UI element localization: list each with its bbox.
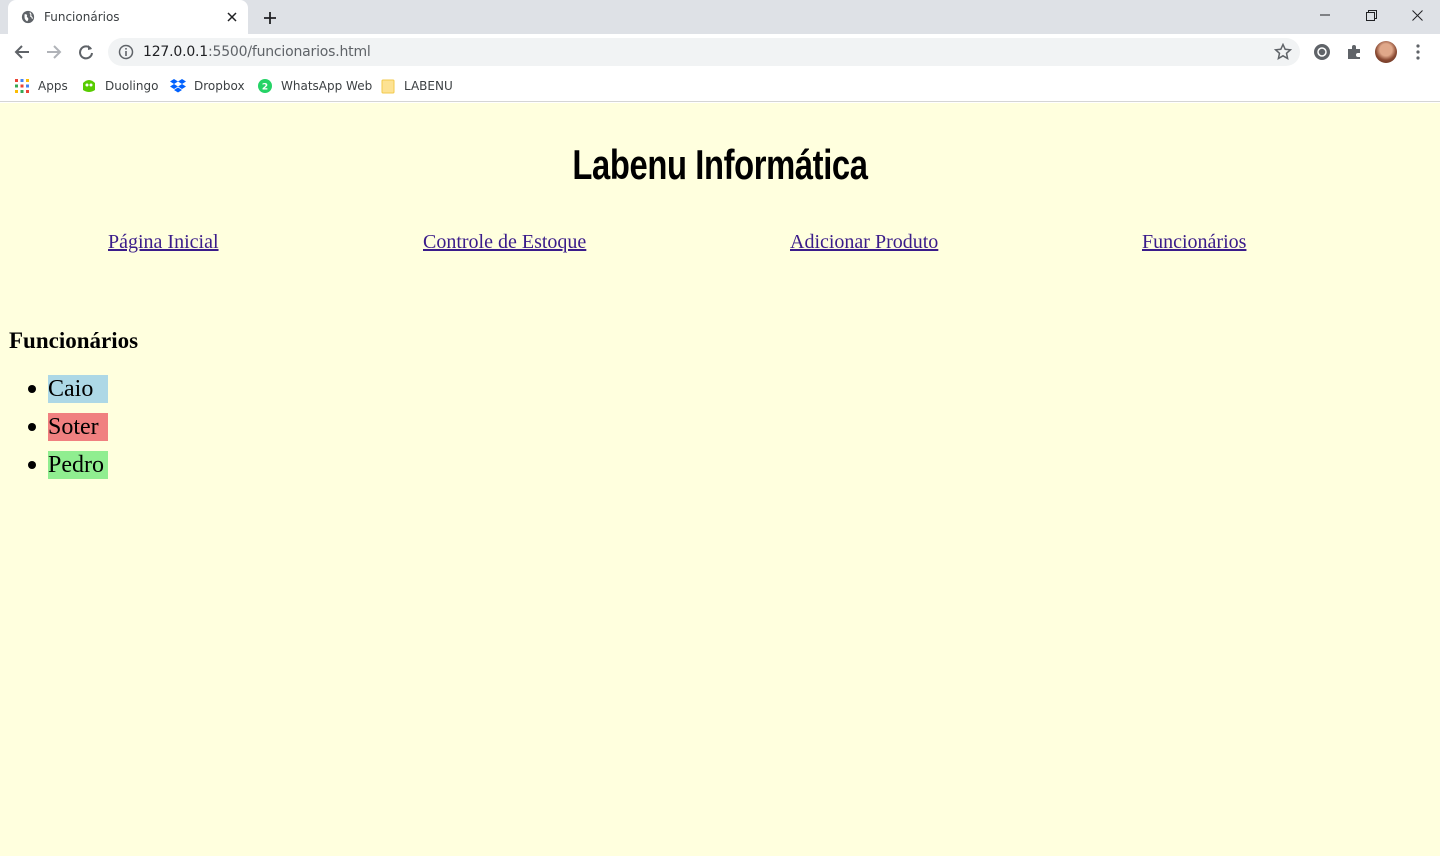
duolingo-icon xyxy=(83,80,95,92)
folder-icon xyxy=(381,79,395,94)
extensions-puzzle-icon[interactable] xyxy=(1342,40,1366,64)
bullet xyxy=(28,385,36,393)
bookmark-star-icon[interactable] xyxy=(1274,43,1292,61)
browser-tab[interactable]: Funcionários xyxy=(8,0,248,34)
new-tab-plus-icon[interactable] xyxy=(258,6,282,30)
bookmarks-bar: Apps Duolingo Dropbox 2 WhatsApp Web LAB… xyxy=(0,70,1440,102)
site-title: Labenu Informática xyxy=(572,141,868,188)
forward-arrow-icon[interactable] xyxy=(40,38,68,66)
globe-icon xyxy=(21,10,35,24)
url-text: 127.0.0.1:5500/funcionarios.html xyxy=(143,44,371,60)
bookmark-label: Duolingo xyxy=(105,79,159,93)
bookmark-apps[interactable]: Apps xyxy=(14,76,68,96)
whatsapp-icon: 2 xyxy=(258,79,272,93)
employee-name: Soter xyxy=(48,413,108,441)
restore-icon[interactable] xyxy=(1348,0,1394,30)
nav-link-stock-control[interactable]: Controle de Estoque xyxy=(423,231,586,254)
nav-link-employees[interactable]: Funcionários xyxy=(1142,231,1246,254)
bookmark-whatsapp[interactable]: 2 WhatsApp Web xyxy=(257,76,372,96)
close-window-icon[interactable] xyxy=(1394,0,1440,30)
tab-strip: Funcionários xyxy=(0,0,1440,34)
extension-circle-icon[interactable] xyxy=(1310,40,1334,64)
nav-link-add-product[interactable]: Adicionar Produto xyxy=(790,231,938,254)
address-bar[interactable]: 127.0.0.1:5500/funcionarios.html xyxy=(108,38,1300,66)
bookmark-label: WhatsApp Web xyxy=(281,79,373,93)
bookmark-labenu-folder[interactable]: LABENU xyxy=(380,76,453,96)
url-path: :5500/funcionarios.html xyxy=(208,44,371,60)
nav-link-home[interactable]: Página Inicial xyxy=(108,231,219,254)
back-arrow-icon[interactable] xyxy=(8,38,36,66)
reload-icon[interactable] xyxy=(72,38,100,66)
bookmark-label: Dropbox xyxy=(194,79,245,93)
apps-grid-icon xyxy=(15,79,29,93)
employee-name: Pedro xyxy=(48,451,108,479)
bookmark-label: LABENU xyxy=(404,79,453,93)
browser-chrome: Funcionários 127.0.0.1:5500/funcionarios… xyxy=(0,0,1440,103)
minimize-icon[interactable] xyxy=(1302,0,1348,30)
menu-kebab-icon[interactable] xyxy=(1406,40,1430,64)
profile-avatar[interactable] xyxy=(1375,41,1397,63)
svg-text:2: 2 xyxy=(262,83,268,93)
url-host: 127.0.0.1 xyxy=(143,44,208,60)
bookmark-duolingo[interactable]: Duolingo xyxy=(81,76,158,96)
close-tab-icon[interactable] xyxy=(224,9,240,25)
page-content: Labenu Informática Página Inicial Contro… xyxy=(0,103,1440,856)
browser-toolbar: 127.0.0.1:5500/funcionarios.html xyxy=(0,34,1440,70)
employee-name: Caio xyxy=(48,375,108,403)
bookmark-label: Apps xyxy=(38,79,68,93)
dropbox-icon xyxy=(170,79,186,93)
tab-title: Funcionários xyxy=(44,10,120,24)
bookmark-dropbox[interactable]: Dropbox xyxy=(170,76,245,96)
section-title: Funcionários xyxy=(9,328,139,353)
info-icon[interactable] xyxy=(118,44,134,60)
bullet xyxy=(28,461,36,469)
bullet xyxy=(28,423,36,431)
